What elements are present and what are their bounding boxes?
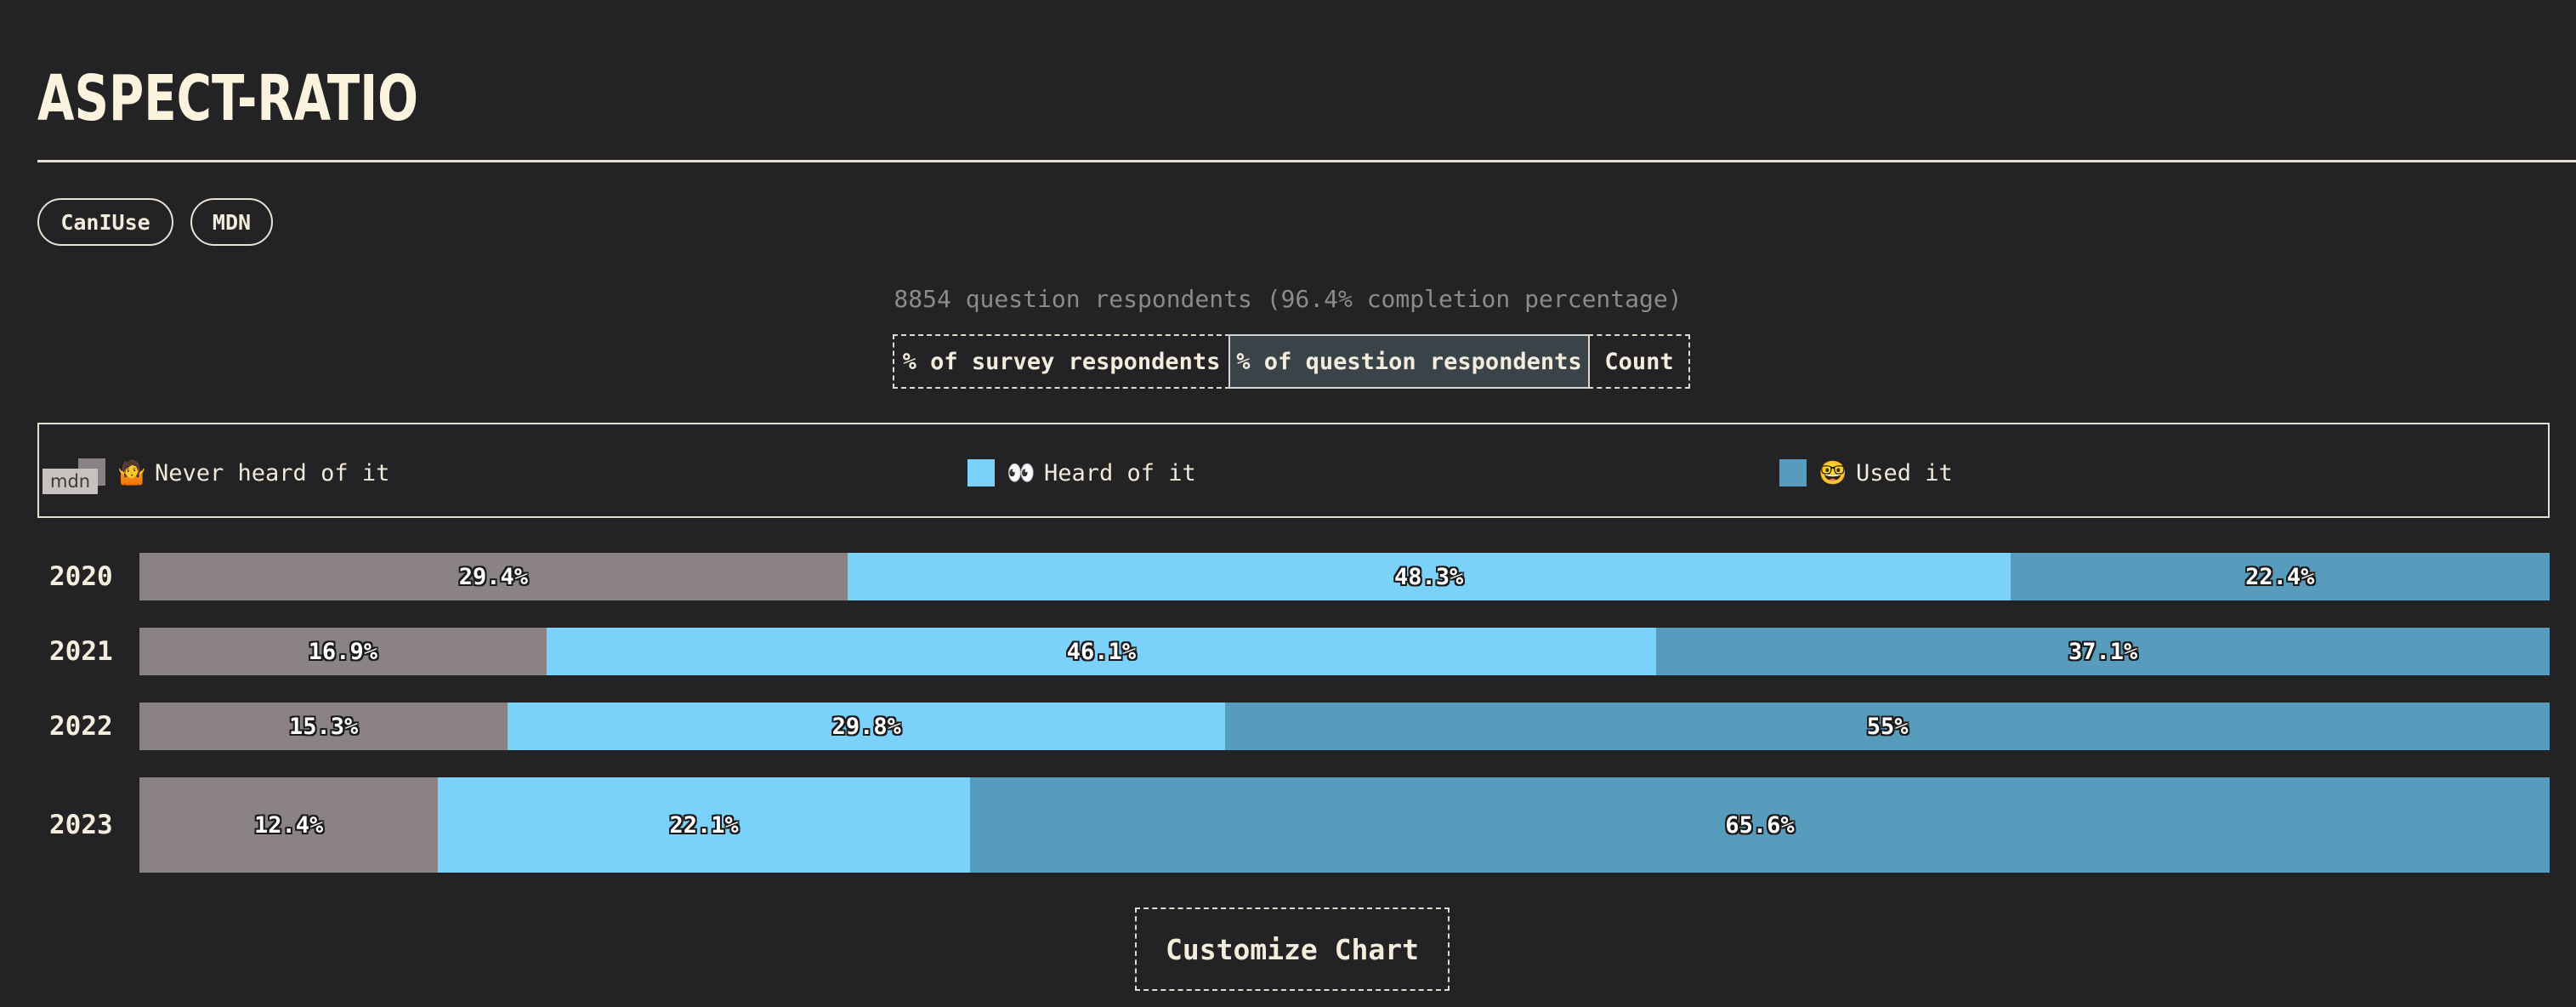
- legend-item-used[interactable]: 🤓 Used it: [1779, 458, 1953, 487]
- bar-segment[interactable]: 65.6%: [970, 777, 2550, 873]
- unit-switcher: % of survey respondents % of question re…: [893, 334, 1690, 389]
- year-label: 2022: [49, 711, 113, 742]
- bar-segment[interactable]: 55%: [1225, 703, 2550, 750]
- mdn-link[interactable]: MDN: [190, 198, 273, 246]
- bar-segment[interactable]: 12.4%: [139, 777, 439, 873]
- legend-label-used: Used it: [1856, 459, 1953, 486]
- bar-segment[interactable]: 29.8%: [508, 703, 1226, 750]
- bar-segment[interactable]: 48.3%: [847, 553, 2011, 600]
- bar-segment[interactable]: 15.3%: [139, 703, 508, 750]
- shrug-icon: 🤷: [117, 460, 146, 486]
- legend-swatch-heard: [967, 459, 995, 486]
- year-label: 2023: [49, 810, 113, 840]
- bar-segment[interactable]: 37.1%: [1656, 628, 2550, 675]
- bar-row-2023: 12.4% 22.1% 65.6%: [139, 777, 2550, 873]
- eyes-icon: 👀: [1007, 460, 1036, 486]
- title-divider: [37, 160, 2576, 162]
- year-label: 2021: [49, 636, 113, 667]
- nerd-face-icon: 🤓: [1819, 460, 1847, 486]
- caniuse-link[interactable]: CanIUse: [37, 198, 173, 246]
- unit-survey-respondents-button[interactable]: % of survey respondents: [893, 334, 1230, 389]
- bar-segment[interactable]: 22.1%: [438, 777, 971, 873]
- bar-segment[interactable]: 16.9%: [139, 628, 547, 675]
- unit-count-button[interactable]: Count: [1588, 334, 1690, 389]
- legend-label-never-heard: Never heard of it: [155, 459, 390, 486]
- bar-row-2021: 16.9% 46.1% 37.1%: [139, 628, 2550, 675]
- legend-item-heard[interactable]: 👀 Heard of it: [967, 458, 1196, 487]
- legend-item-never-heard[interactable]: 🤷 Never heard of it: [117, 458, 390, 487]
- page-root: ASPECT-RATIO CanIUse MDN 8854 question r…: [0, 0, 2576, 1007]
- bar-segment[interactable]: 29.4%: [139, 553, 848, 600]
- respondents-summary: 8854 question respondents (96.4% complet…: [894, 285, 1682, 313]
- chart-legend: mdn 🤷 Never heard of it 👀 Heard of it 🤓 …: [37, 423, 2550, 518]
- bar-segment[interactable]: 22.4%: [2010, 553, 2550, 600]
- page-title: ASPECT-RATIO: [37, 62, 418, 135]
- bar-segment[interactable]: 46.1%: [546, 628, 1657, 675]
- bar-row-2022: 15.3% 29.8% 55%: [139, 703, 2550, 750]
- legend-label-heard: Heard of it: [1044, 459, 1196, 486]
- legend-swatch-used: [1779, 459, 1807, 486]
- mdn-tag: mdn: [43, 469, 99, 494]
- year-label: 2020: [49, 561, 113, 592]
- bar-row-2020: 29.4% 48.3% 22.4%: [139, 553, 2550, 600]
- unit-question-respondents-button[interactable]: % of question respondents: [1228, 334, 1590, 389]
- customize-chart-button[interactable]: Customize Chart: [1135, 907, 1450, 991]
